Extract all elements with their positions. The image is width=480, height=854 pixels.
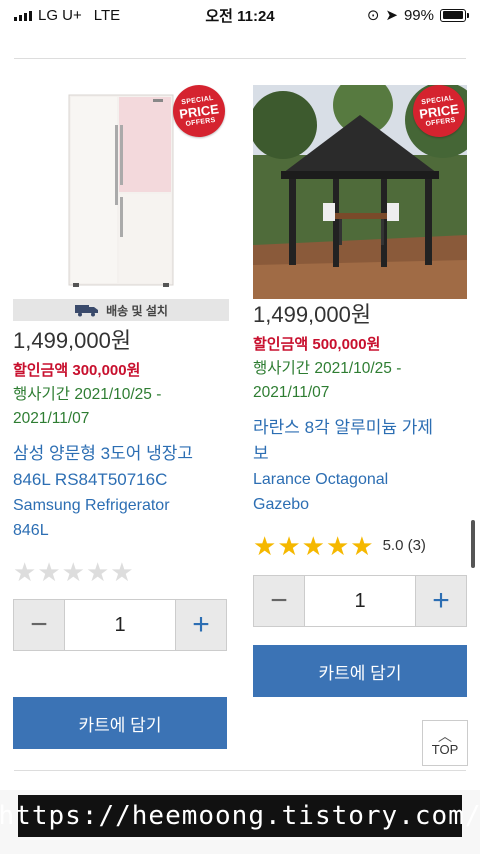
scrollbar[interactable] [471, 520, 475, 568]
delivery-label: 배송 및 설치 [106, 303, 168, 318]
product-title-ko-line2[interactable]: 846L RS84T50716C [13, 467, 229, 493]
discount-label: 할인금액 [253, 336, 309, 353]
discount-value: 500,000원 [312, 336, 381, 353]
product-price: 1,499,000원 [253, 302, 372, 327]
decrease-quantity-button[interactable]: − [254, 576, 304, 626]
quantity-stepper: − 1 + [13, 599, 227, 651]
rotation-lock-icon: ⊙ [366, 7, 380, 24]
star-icon: ★ [253, 531, 277, 561]
delivery-install-bar: 배송 및 설치 [13, 299, 229, 321]
top-button-label: TOP [431, 741, 459, 757]
rating-stars: ★ ★ ★ ★ ★ [13, 557, 229, 587]
divider [14, 770, 466, 771]
location-icon: ➤ [385, 7, 398, 24]
discount-info: 할인금액 300,000원 [13, 361, 229, 381]
product-image[interactable]: SPECIAL PRICE OFFERS [249, 75, 480, 299]
quantity-stepper: − 1 + [253, 575, 467, 627]
increase-quantity-button[interactable]: + [416, 576, 466, 626]
star-icon: ★ [13, 557, 37, 587]
rating-text: 5.0 (3) [382, 537, 426, 554]
increase-quantity-button[interactable]: + [176, 600, 226, 650]
star-icon: ★ [110, 557, 134, 587]
star-icon: ★ [301, 531, 325, 561]
decrease-quantity-button[interactable]: − [14, 600, 64, 650]
product-card-refrigerator: SPECIAL PRICE OFFERS 배송 및 설치 1,499,000원 … [13, 81, 229, 749]
star-icon: ★ [325, 531, 350, 561]
status-right: ⊙ ➤ 99% [366, 6, 469, 24]
chevron-up-icon: ︿ [438, 727, 452, 744]
status-left: LG U+ LTE [14, 7, 120, 24]
product-card-gazebo: SPECIAL PRICE OFFERS 1,499,000원 할인금액 500… [249, 75, 480, 697]
watermark: https://heemoong.tistory.com/ [0, 795, 480, 837]
scroll-to-top-button[interactable]: ︿ TOP [422, 720, 468, 766]
promo-period-line2: 2021/11/07 [13, 410, 90, 427]
star-icon: ★ [61, 557, 85, 587]
add-to-cart-button[interactable]: 카트에 담기 [253, 645, 467, 697]
product-title-ko-line1[interactable]: 삼성 양문형 3도어 냉장고 [13, 441, 229, 467]
star-icon: ★ [85, 557, 110, 587]
star-icon: ★ [350, 531, 374, 561]
product-title-en-line2[interactable]: Gazebo [253, 492, 469, 517]
promo-period-line2: 2021/11/07 [253, 384, 330, 401]
divider [14, 58, 466, 59]
product-image[interactable]: SPECIAL PRICE OFFERS [13, 81, 229, 299]
signal-icon [14, 9, 32, 21]
rating-stars: ★ ★ ★ ★ ★ 5.0 (3) [253, 531, 469, 561]
product-price: 1,499,000원 [13, 328, 132, 353]
product-title-en-line1[interactable]: Samsung Refrigerator [13, 493, 229, 518]
add-to-cart-button[interactable]: 카트에 담기 [13, 697, 227, 749]
battery-icon [440, 8, 469, 22]
star-icon: ★ [277, 531, 301, 561]
star-icon: ★ [37, 557, 61, 587]
battery-percent: 99% [403, 6, 434, 24]
product-title-en-line1[interactable]: Larance Octagonal [253, 467, 469, 492]
battery-level-fill [442, 11, 464, 19]
promo-period-line1: 행사기간 2021/10/25 - [13, 386, 162, 403]
promo-period-line1: 행사기간 2021/10/25 - [253, 360, 402, 377]
carrier-label: LG U+ [38, 6, 82, 24]
product-title-ko-line1[interactable]: 라란스 8각 알루미늄 가제 [253, 415, 469, 441]
truck-icon [75, 305, 99, 317]
product-title-ko-line2[interactable]: 보 [253, 441, 469, 467]
product-title-en-line2[interactable]: 846L [13, 518, 229, 543]
quantity-input[interactable]: 1 [64, 600, 176, 650]
network-label: LTE [93, 6, 121, 24]
status-bar: LG U+ LTE 오전 11:24 ⊙ ➤ 99% [0, 0, 480, 30]
quantity-input[interactable]: 1 [304, 576, 416, 626]
discount-label: 할인금액 [13, 362, 69, 379]
discount-value: 300,000원 [72, 362, 141, 379]
discount-info: 할인금액 500,000원 [253, 335, 469, 355]
